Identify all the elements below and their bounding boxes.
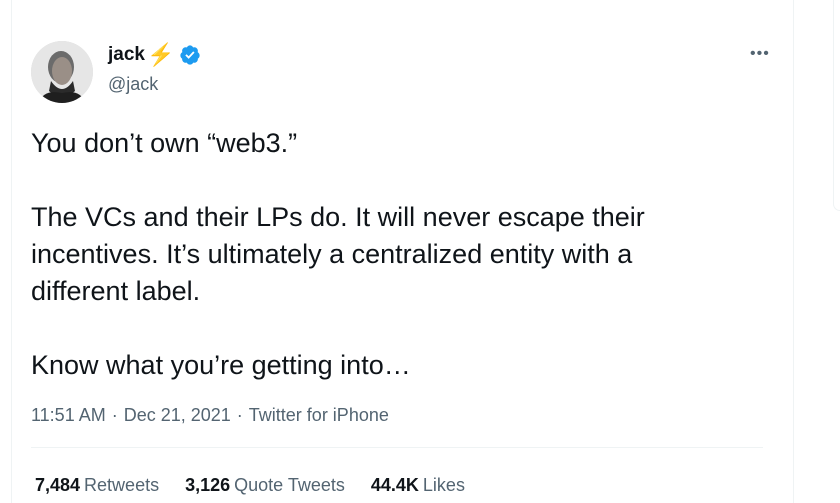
likes-stat[interactable]: 44.4K Likes [371, 475, 465, 496]
tweet-line: different label. [31, 276, 201, 306]
separator-dot: · [111, 405, 118, 425]
avatar-image [31, 41, 93, 103]
tweet-line: incentives. It’s ultimately a centralize… [31, 239, 633, 269]
tweet-metadata: 11:51 AM · Dec 21, 2021 · Twitter for iP… [31, 405, 389, 426]
likes-count: 44.4K [370, 475, 419, 495]
tweet-line: The VCs and their LPs do. It will never … [31, 202, 645, 232]
tweet-stats: 7,484 Retweets 3,126 Quote Tweets 44.4K Lik… [35, 475, 465, 496]
tweet-date[interactable]: Dec 21, 2021 [124, 405, 231, 426]
quote-tweets-stat[interactable]: 3,126 Quote Tweets [185, 475, 345, 496]
tweet-source[interactable]: Twitter for iPhone [249, 405, 389, 426]
tweet-time[interactable]: 11:51 AM [31, 405, 106, 426]
tweet-line: Know what you’re getting into… [31, 350, 411, 380]
right-panel [795, 0, 840, 503]
tweet-line: You don’t own “web3.” [31, 128, 298, 158]
author-name-row[interactable]: jack ⚡ [108, 44, 201, 66]
separator-dot: · [236, 405, 243, 425]
divider [31, 447, 763, 448]
quote-tweets-label: Quote Tweets [234, 475, 345, 495]
right-panel-edge [833, 0, 840, 211]
author-handle[interactable]: @jack [108, 74, 158, 95]
likes-label: Likes [422, 475, 465, 495]
retweets-stat[interactable]: 7,484 Retweets [35, 475, 159, 496]
retweets-count: 7,484 [35, 475, 81, 495]
lightning-bolt-icon: ⚡ [146, 42, 175, 67]
verified-badge-icon [180, 45, 201, 65]
more-options-icon[interactable]: ••• [750, 45, 770, 63]
avatar[interactable] [31, 41, 93, 103]
retweets-label: Retweets [84, 475, 160, 495]
tweet-text: You don’t own “web3.” The VCs and their … [31, 125, 751, 384]
author-name[interactable]: jack [108, 44, 145, 66]
quote-tweets-count: 3,126 [185, 475, 231, 495]
